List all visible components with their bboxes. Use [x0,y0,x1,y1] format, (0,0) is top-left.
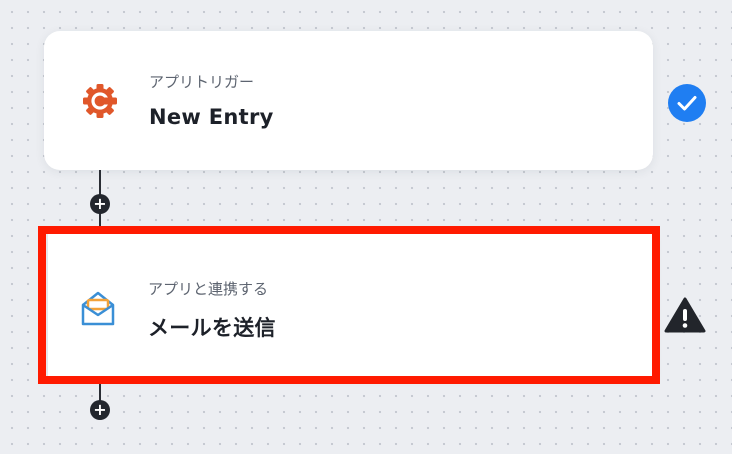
cognito-forms-icon [83,84,117,118]
add-step-button[interactable]: + [90,400,110,420]
action-step-card[interactable]: アプリと連携する メールを送信 [48,234,654,377]
warning-icon [664,296,706,334]
check-icon [668,84,706,122]
trigger-step-title: New Entry [149,105,274,129]
trigger-step-card[interactable]: アプリトリガー New Entry [44,31,653,170]
mail-icon [81,291,115,326]
action-step-title: メールを送信 [148,316,276,340]
action-step-label: アプリと連携する [148,280,269,298]
trigger-step-label: アプリトリガー [149,73,255,91]
add-step-button[interactable]: + [90,194,110,214]
